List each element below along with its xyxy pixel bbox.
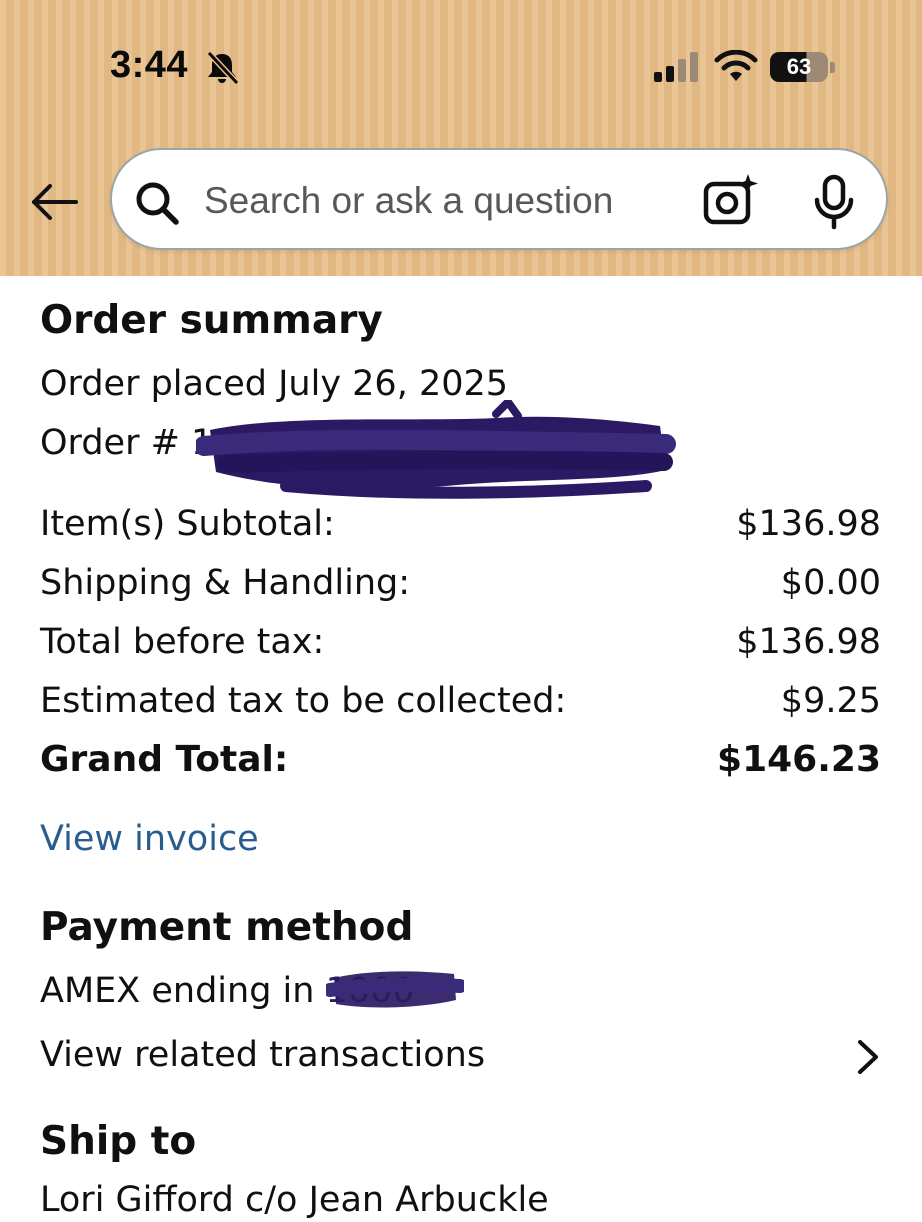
total-before-tax-label: Total before tax: [40,622,325,662]
subtotal-label: Item(s) Subtotal: [40,504,335,544]
subtotal-row: Item(s) Subtotal: $136.98 [40,502,881,546]
camera-icon[interactable] [702,172,762,228]
battery-percent: 63 [786,54,812,79]
shipping-row: Shipping & Handling: $0.00 [40,561,881,605]
wifi-icon [714,50,758,81]
battery-indicator: 63 [770,52,836,82]
payment-card-line: AMEX ending in 1000 [40,969,415,1013]
grand-total-label: Grand Total: [40,739,289,780]
search-icon [136,182,179,225]
payment-method-heading: Payment method [40,905,414,950]
shipping-label: Shipping & Handling: [40,563,411,603]
card-last4: 1000 [325,971,415,1011]
total-before-tax-row: Total before tax: $136.98 [40,620,881,664]
estimated-tax-label: Estimated tax to be collected: [40,681,567,721]
status-time: 3:44 [110,44,189,86]
search-placeholder[interactable]: Search or ask a question [204,180,613,222]
order-number: Order # 1 [40,423,214,463]
order-placed-date: Order placed July 26, 2025 [40,364,509,404]
microphone-icon[interactable] [812,174,856,230]
ship-to-name: Lori Gifford c/o Jean Arbuckle [40,1180,549,1220]
total-before-tax-value: $136.98 [736,622,881,662]
back-arrow-icon[interactable] [28,180,80,224]
shipping-value: $0.00 [780,563,881,603]
estimated-tax-value: $9.25 [780,681,881,721]
view-related-transactions[interactable]: View related transactions [40,1033,485,1077]
ship-to-heading: Ship to [40,1119,197,1164]
grand-total-row: Grand Total: $146.23 [40,738,881,782]
app-header: 3:44 63 Search or ask a question [0,0,922,276]
grand-total-value: $146.23 [717,739,881,780]
search-bar[interactable]: Search or ask a question [110,148,888,250]
order-number-redaction [196,400,676,499]
order-summary-heading: Order summary [40,298,383,343]
bell-slash-icon [206,50,240,86]
card-description: AMEX ending in [40,971,315,1011]
view-invoice-link[interactable]: View invoice [40,817,259,861]
chevron-right-icon[interactable] [852,1038,882,1076]
cellular-signal-icon [654,52,698,82]
subtotal-value: $136.98 [736,504,881,544]
estimated-tax-row: Estimated tax to be collected: $9.25 [40,679,881,723]
